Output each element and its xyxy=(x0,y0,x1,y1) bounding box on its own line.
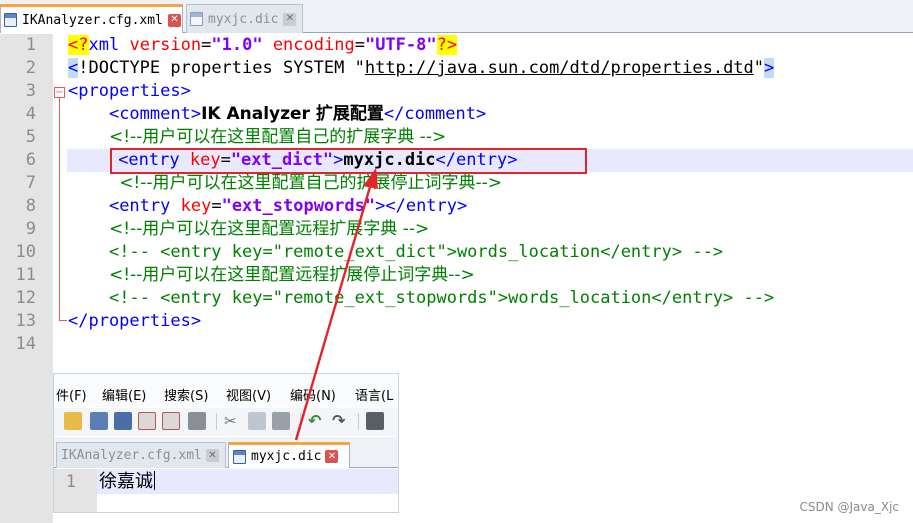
undo-icon[interactable]: ↶ xyxy=(308,412,326,430)
tab-myxjc-dic[interactable]: myxjc.dic ✕ xyxy=(228,442,350,468)
save-file-icon xyxy=(233,449,246,464)
line-number: 10 xyxy=(15,242,36,262)
toolbar-separator xyxy=(216,413,217,430)
redo-icon[interactable]: ↷ xyxy=(332,412,350,430)
dictionary-editor[interactable]: 徐嘉诚 xyxy=(97,469,398,494)
code-line-3: <properties> xyxy=(68,81,191,101)
line-number: 1 xyxy=(65,472,76,492)
cut-icon[interactable]: ✂ xyxy=(224,412,242,430)
line-number: 8 xyxy=(25,196,36,216)
find-icon[interactable] xyxy=(366,412,384,430)
code-line-7: <!--用户可以在这里配置自己的扩展停止词字典--> xyxy=(119,173,503,193)
dtd-url-link[interactable]: http://java.sun.com/dtd/properties.dtd xyxy=(365,58,754,78)
save-all-icon[interactable] xyxy=(114,412,132,430)
fold-guide-line xyxy=(59,98,60,321)
line-number: 3 xyxy=(25,81,36,101)
line-number: 2 xyxy=(25,58,36,78)
close-file-icon[interactable] xyxy=(138,412,156,430)
menu-file[interactable]: 件(F) xyxy=(56,385,87,404)
toolbar-separator xyxy=(358,413,359,430)
file-icon xyxy=(190,12,203,26)
close-all-icon[interactable] xyxy=(162,412,180,430)
menu-search[interactable]: 搜索(S) xyxy=(164,385,208,404)
tab-ikanalyzer-cfg-xml[interactable]: IKAnalyzer.cfg.xml ✕ xyxy=(0,4,183,33)
menu-view[interactable]: 视图(V) xyxy=(226,385,271,404)
line-number: 6 xyxy=(25,150,36,170)
save-icon[interactable] xyxy=(90,412,108,430)
code-line-10: <!-- <entry key="remote_ext_dict">words_… xyxy=(108,242,724,262)
line-number: 4 xyxy=(25,104,36,124)
close-tab-icon[interactable]: ✕ xyxy=(283,12,297,26)
code-line-9: <!--用户可以在这里配置远程扩展字典 --> xyxy=(108,219,430,239)
line-number: 11 xyxy=(15,265,36,285)
menu-encoding[interactable]: 编码(N) xyxy=(290,385,336,404)
tab-myxjc-dic[interactable]: myxjc.dic ✕ xyxy=(186,4,303,33)
close-tab-icon[interactable]: ✕ xyxy=(167,13,181,27)
close-tab-icon[interactable]: ✕ xyxy=(205,449,219,462)
line-number-gutter: 1 xyxy=(54,469,97,512)
line-number: 1 xyxy=(25,35,36,55)
fold-collapse-icon[interactable]: − xyxy=(54,87,65,98)
menu-edit[interactable]: 编辑(E) xyxy=(102,385,146,404)
dictionary-word: 徐嘉诚 xyxy=(99,471,155,492)
line-number: 13 xyxy=(15,311,36,331)
code-line-5: <!--用户可以在这里配置自己的扩展字典 --> xyxy=(108,127,447,147)
save-file-icon xyxy=(4,13,17,27)
overlay-tab-bar: IKAnalyzer.cfg.xml ✕ myxjc.dic ✕ xyxy=(54,437,398,468)
text-caret xyxy=(154,471,155,490)
toolbar: ✂ ↶ ↷ xyxy=(54,408,398,436)
line-number: 14 xyxy=(15,334,36,354)
tab-label: myxjc.dic xyxy=(208,11,279,27)
code-line-1: <?xml version="1.0" encoding="UTF-8"?> xyxy=(68,35,458,55)
code-line-11: <!--用户可以在这里配置远程扩展停止词字典--> xyxy=(108,265,475,285)
tab-label: IKAnalyzer.cfg.xml xyxy=(22,12,163,28)
line-number-gutter: 1 2 3 4 5 6 7 8 9 10 11 12 13 14 xyxy=(0,34,53,523)
line-number: 7 xyxy=(25,173,36,193)
line-number: 5 xyxy=(25,127,36,147)
highlight-box xyxy=(110,148,587,174)
fold-end-marker xyxy=(59,320,67,321)
line-number: 12 xyxy=(15,288,36,308)
watermark: CSDN @Java_Xjc xyxy=(799,500,899,514)
menu-bar: 件(F) 编辑(E) 搜索(S) 视图(V) 编码(N) 语言(L xyxy=(54,374,398,407)
close-tab-icon[interactable]: ✕ xyxy=(325,450,339,463)
code-line-12: <!-- <entry key="remote_ext_stopwords">w… xyxy=(108,288,775,308)
code-line-13: </properties> xyxy=(68,311,202,331)
line-number: 9 xyxy=(25,219,36,239)
open-icon[interactable] xyxy=(64,412,82,430)
menu-language[interactable]: 语言(L xyxy=(355,385,393,404)
code-line-4: <comment>IK Analyzer 扩展配置</comment> xyxy=(108,104,487,124)
tab-label: myxjc.dic xyxy=(251,449,322,464)
print-icon[interactable] xyxy=(188,412,206,430)
copy-icon[interactable] xyxy=(248,412,266,430)
code-line-2: <!DOCTYPE properties SYSTEM "http://java… xyxy=(68,58,775,78)
toolbar-separator xyxy=(300,413,301,430)
paste-icon[interactable] xyxy=(272,412,290,430)
overlay-window-myxjc: 件(F) 编辑(E) 搜索(S) 视图(V) 编码(N) 语言(L ✂ ↶ ↷ … xyxy=(53,373,399,513)
tab-label: IKAnalyzer.cfg.xml xyxy=(61,448,202,463)
tab-ikanalyzer-cfg-xml[interactable]: IKAnalyzer.cfg.xml ✕ xyxy=(56,442,226,468)
code-line-8: <entry key="ext_stopwords"></entry> xyxy=(108,196,468,216)
editor-tab-bar: IKAnalyzer.cfg.xml ✕ myxjc.dic ✕ xyxy=(0,0,913,33)
